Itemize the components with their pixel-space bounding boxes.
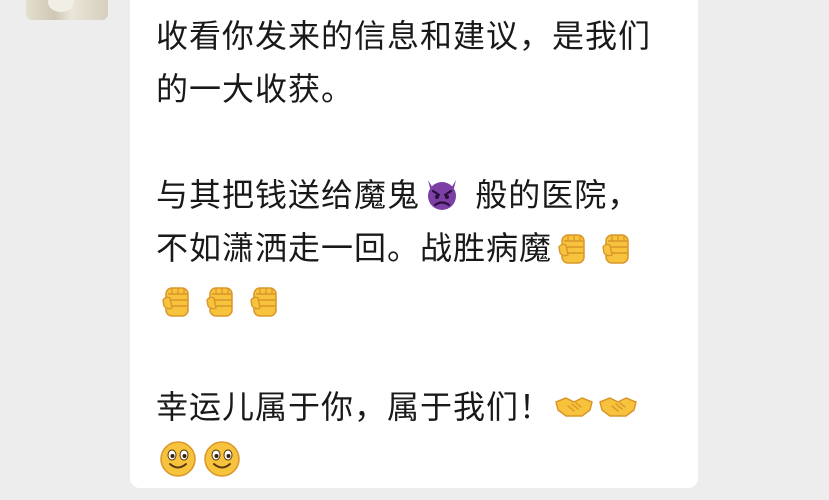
smiley-icon: [158, 439, 198, 479]
message-fragment: 幸运儿属于你，属于我们！: [156, 388, 553, 426]
smiley-icon: [202, 439, 242, 479]
avatar-image: [48, 0, 74, 12]
message-fragment: 不如潇洒走一回。战胜病魔: [156, 229, 553, 267]
message-line: 与其把钱送给魔鬼 般的医院，: [156, 169, 696, 222]
chat-screen: 收看你发来的信息和建议，是我们 的一大收获。 与其把钱送给魔鬼 般的医院， 不如…: [0, 0, 829, 500]
message-line: 的一大收获。: [156, 70, 355, 108]
handshake-icon: [554, 386, 594, 426]
message-line: 不如潇洒走一回。战胜病魔: [156, 222, 696, 275]
message-line: 收看你发来的信息和建议，是我们: [156, 17, 652, 55]
angry-devil-icon: [422, 174, 462, 214]
raised-fist-icon: [554, 227, 594, 267]
message-line: [156, 275, 696, 328]
raised-fist-icon: [598, 227, 638, 267]
message-line: [156, 434, 696, 487]
message-fragment: 般的医院，: [464, 176, 641, 214]
raised-fist-icon: [246, 280, 286, 320]
raised-fist-icon: [202, 280, 242, 320]
sender-avatar[interactable]: [26, 0, 108, 20]
raised-fist-icon: [158, 280, 198, 320]
message-text: 收看你发来的信息和建议，是我们 的一大收获。 与其把钱送给魔鬼 般的医院， 不如…: [156, 10, 696, 487]
message-line: 幸运儿属于你，属于我们！: [156, 381, 696, 434]
message-fragment: 与其把钱送给魔鬼: [156, 176, 421, 214]
handshake-icon: [598, 386, 638, 426]
